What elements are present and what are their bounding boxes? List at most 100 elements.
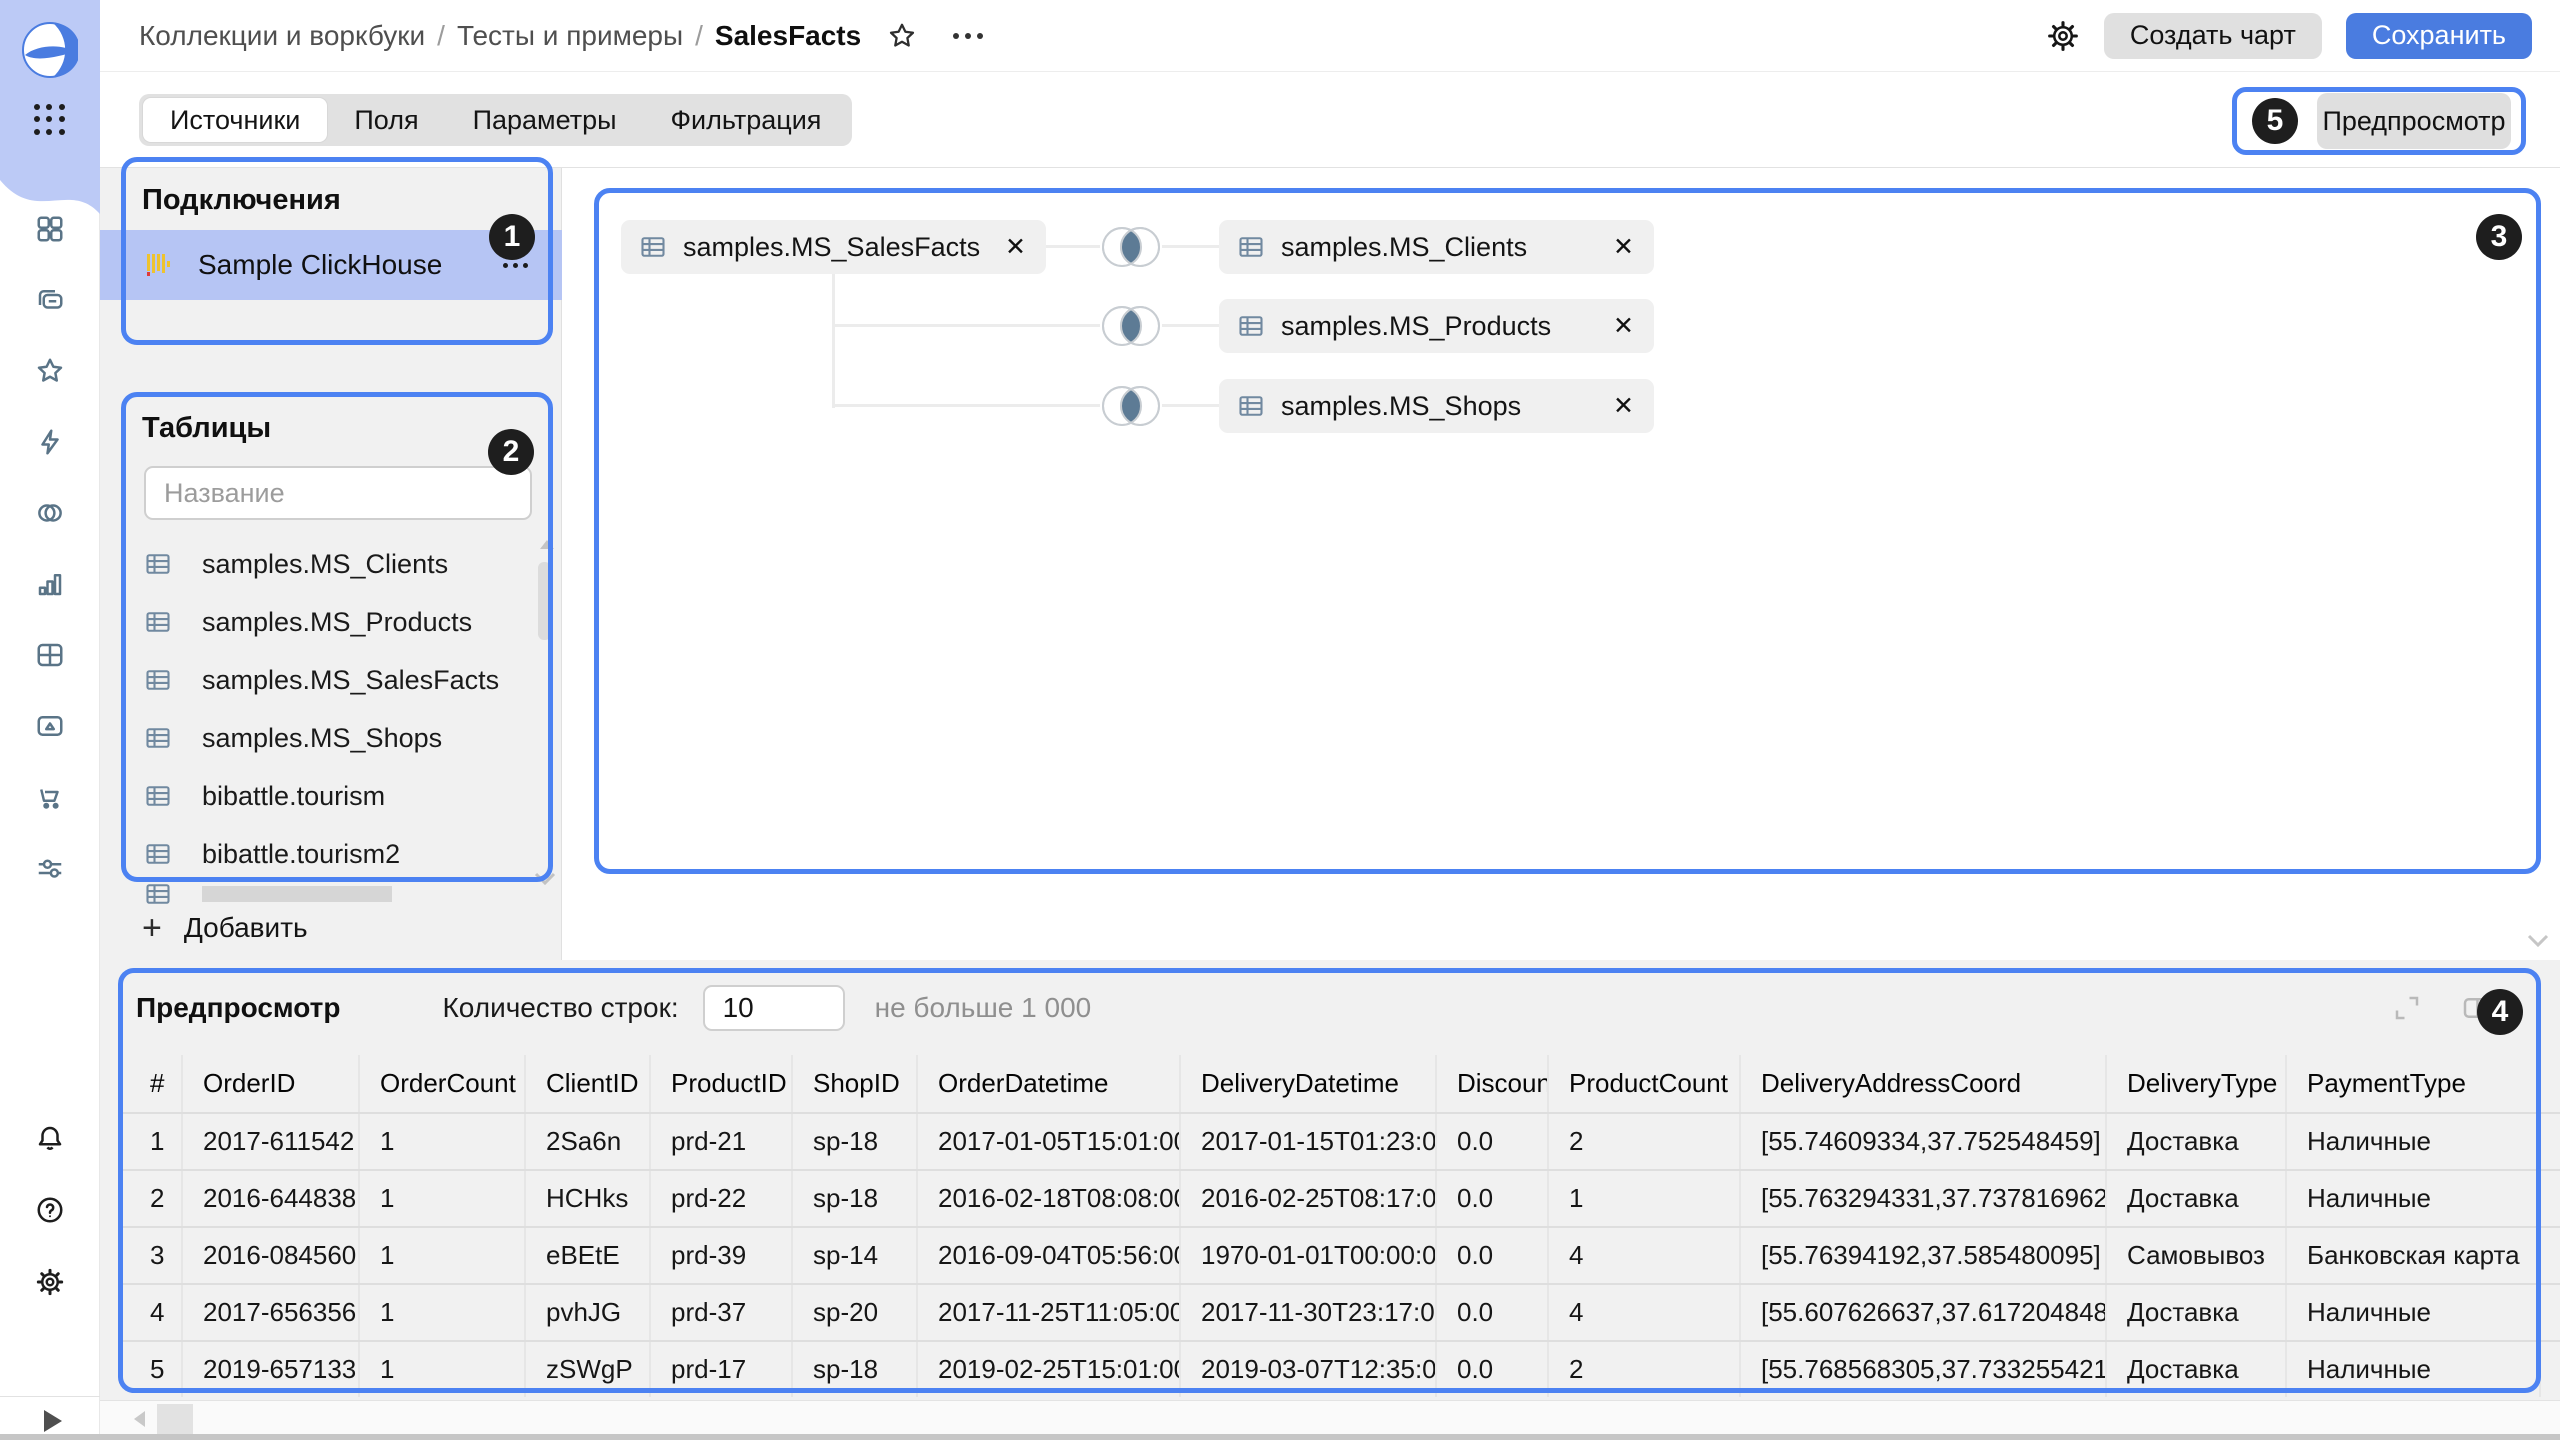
horizontal-scrollbar[interactable]	[100, 1400, 2560, 1438]
preview-cell: 2017-611542	[181, 1114, 358, 1169]
canvas-node-joined[interactable]: samples.MS_Shops✕	[1219, 379, 1654, 433]
preview-cell: 1	[358, 1342, 524, 1397]
help-icon[interactable]	[35, 1195, 65, 1225]
join-canvas[interactable]: samples.MS_SalesFacts ✕ samples.MS_Clien…	[563, 168, 2560, 960]
preview-cell: sp-20	[791, 1285, 916, 1340]
tabbar: Источники Поля Параметры Фильтрация Пред…	[100, 72, 2560, 168]
row-count-input[interactable]	[703, 985, 845, 1031]
tables-panel-title: Таблицы	[142, 412, 271, 445]
table-list-item[interactable]: samples.MS_Clients	[100, 535, 562, 593]
preview-cell: 2016-02-25T08:17:00	[1179, 1171, 1435, 1226]
close-icon[interactable]: ✕	[1005, 232, 1026, 262]
favorites-star-icon[interactable]	[35, 356, 65, 386]
add-table-button[interactable]: + Добавить	[142, 912, 308, 944]
close-icon[interactable]: ✕	[1613, 391, 1634, 421]
tables-list-scrollbar[interactable]	[538, 540, 552, 884]
favorite-star-icon[interactable]	[887, 21, 917, 51]
preview-cell: eBEtE	[524, 1228, 649, 1283]
workbooks-icon[interactable]	[35, 285, 65, 315]
create-chart-button[interactable]: Создать чарт	[2104, 13, 2322, 59]
cloud-folder-icon[interactable]	[35, 711, 65, 741]
close-icon[interactable]: ✕	[1613, 232, 1634, 262]
more-menu-icon[interactable]	[953, 33, 983, 39]
preview-cell: prd-17	[649, 1342, 791, 1397]
close-icon[interactable]: ✕	[1613, 311, 1634, 341]
preview-cell: zSWgP	[524, 1342, 649, 1397]
preview-cell: Доставка	[2105, 1171, 2285, 1226]
marketplace-cart-icon[interactable]	[35, 782, 65, 812]
preview-cell: prd-22	[649, 1171, 791, 1226]
apps-grid-icon[interactable]	[32, 102, 68, 138]
chevron-down-icon[interactable]	[534, 872, 556, 885]
preview-cell: [55.76394192,37.585480095]	[1739, 1228, 2105, 1283]
tab-parameters[interactable]: Параметры	[446, 98, 644, 142]
expand-icon[interactable]	[2392, 993, 2422, 1023]
dashboards-grid-icon[interactable]	[35, 640, 65, 670]
datasets-venn-icon[interactable]	[35, 498, 65, 528]
scrollbar-thumb[interactable]	[157, 1404, 193, 1434]
breadcrumb-item[interactable]: Коллекции и воркбуки	[139, 20, 425, 52]
preview-toggle-button[interactable]: Предпросмотр	[2317, 93, 2511, 149]
connection-more-icon[interactable]	[503, 263, 528, 268]
preview-cell: 2	[120, 1171, 181, 1226]
table-list-item[interactable]: bibattle.tourism2	[100, 825, 562, 883]
table-list-item[interactable]: samples.MS_Shops	[100, 709, 562, 767]
table-list-item-label: bibattle.tourism2	[202, 839, 400, 870]
tab-fields[interactable]: Поля	[327, 98, 445, 142]
row-count-label: Количество строк:	[442, 992, 678, 1024]
dataset-settings-gear-icon[interactable]	[2046, 19, 2080, 53]
preview-cell: 2016-09-04T05:56:00	[916, 1228, 1179, 1283]
preview-cell: Доставка	[2105, 1285, 2285, 1340]
connections-panel-title: Подключения	[142, 184, 341, 217]
table-list-item-clipped[interactable]	[100, 883, 562, 905]
preview-table-row: 52019-6571331zSWgPprd-17sp-182019-02-25T…	[120, 1340, 2560, 1397]
datalens-logo-icon[interactable]	[22, 22, 78, 78]
scroll-left-icon[interactable]	[134, 1411, 145, 1427]
scroll-up-icon[interactable]	[540, 540, 554, 549]
preview-header-cell: DeliveryType	[2105, 1055, 2285, 1112]
join-connector-line	[1162, 404, 1221, 407]
table-list-item-label: samples.MS_Clients	[202, 549, 448, 580]
tab-sources[interactable]: Источники	[143, 98, 327, 142]
connections-lightning-icon[interactable]	[35, 427, 65, 457]
table-list-item[interactable]: bibattle.tourism	[100, 767, 562, 825]
tab-filtering[interactable]: Фильтрация	[644, 98, 849, 142]
squares-icon[interactable]	[35, 214, 65, 244]
notifications-bell-icon[interactable]	[35, 1123, 65, 1153]
save-button[interactable]: Сохранить	[2346, 13, 2532, 59]
sidebar	[0, 0, 100, 1440]
preview-cell: 2017-01-15T01:23:00	[1179, 1114, 1435, 1169]
plus-icon: +	[142, 913, 162, 943]
canvas-node-joined[interactable]: samples.MS_Clients✕	[1219, 220, 1654, 274]
row-count-hint: не больше 1 000	[875, 992, 1092, 1024]
preview-cell: 1	[358, 1228, 524, 1283]
canvas-node-root[interactable]: samples.MS_SalesFacts ✕	[621, 220, 1046, 274]
services-sliders-icon[interactable]	[35, 853, 65, 883]
settings-gear-icon[interactable]	[35, 1267, 65, 1297]
preview-cell: Банковская карта	[2285, 1228, 2539, 1283]
preview-header-cell: ProductID	[649, 1055, 791, 1112]
table-search-input[interactable]	[144, 466, 532, 520]
canvas-node-label: samples.MS_SalesFacts	[683, 232, 980, 263]
charts-icon[interactable]	[35, 569, 65, 599]
canvas-node-joined[interactable]: samples.MS_Products✕	[1219, 299, 1654, 353]
table-icon	[144, 840, 172, 868]
preview-cell: 1	[358, 1285, 524, 1340]
inner-join-icon[interactable]	[1098, 221, 1164, 273]
scrollbar-thumb[interactable]	[538, 562, 551, 640]
preview-cell: 2019-03-07T12:35:00	[1179, 1342, 1435, 1397]
chevron-down-icon[interactable]	[2527, 934, 2549, 947]
preview-table-row: 32016-0845601eBEtEprd-39sp-142016-09-04T…	[120, 1226, 2560, 1283]
inner-join-icon[interactable]	[1098, 380, 1164, 432]
preview-cell: 2016-02-18T08:08:00	[916, 1171, 1179, 1226]
table-list-item[interactable]: samples.MS_Products	[100, 593, 562, 651]
preview-table-row: 42017-6563561pvhJGprd-37sp-202017-11-25T…	[120, 1283, 2560, 1340]
preview-cell: 0.0	[1435, 1228, 1547, 1283]
annotation-badge-5: 5	[2252, 98, 2298, 144]
sidebar-expand-icon[interactable]	[44, 1410, 62, 1432]
preview-cell: Наличные	[2285, 1342, 2539, 1397]
breadcrumb-item[interactable]: Тесты и примеры	[457, 20, 683, 52]
preview-cell-clipped	[2539, 1285, 2560, 1340]
inner-join-icon[interactable]	[1098, 300, 1164, 352]
table-list-item[interactable]: samples.MS_SalesFacts	[100, 651, 562, 709]
